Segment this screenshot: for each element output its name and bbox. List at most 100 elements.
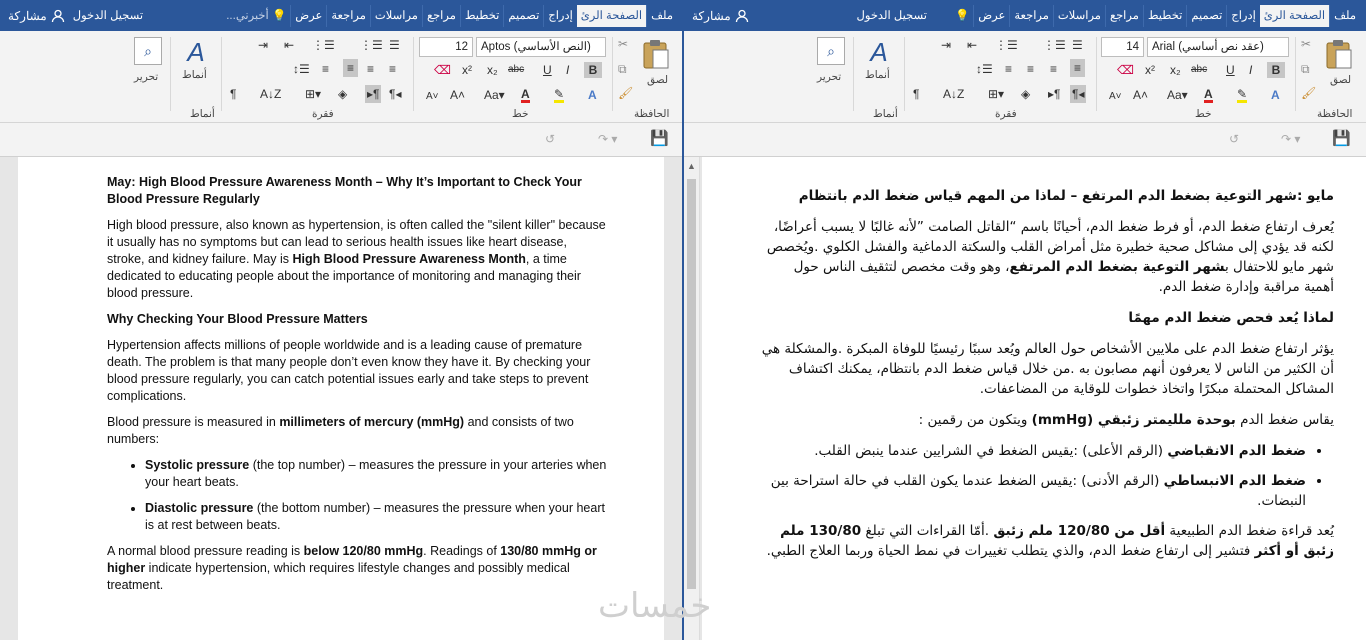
borders-icon[interactable]: ⊞▾ — [305, 86, 321, 102]
tab-view[interactable]: عرض — [290, 4, 326, 27]
cut-icon[interactable]: ✂ — [1301, 36, 1311, 52]
sign-in-link[interactable]: تسجيل الدخول — [853, 5, 931, 27]
font-color-icon[interactable]: A — [521, 86, 530, 103]
underline-button[interactable]: U — [543, 62, 552, 78]
vertical-scrollbar[interactable]: ▲ — [684, 157, 700, 640]
tab-review[interactable]: مراجعة — [1009, 4, 1053, 27]
justify-icon[interactable]: ≡ — [322, 61, 329, 77]
decrease-indent-icon[interactable]: ⇤ — [284, 37, 294, 53]
save-icon[interactable]: 💾 — [1332, 131, 1351, 147]
bullets-icon[interactable]: ☰ — [1072, 37, 1083, 53]
change-case-icon[interactable]: Aa▾ — [1167, 87, 1188, 103]
cut-icon[interactable]: ✂ — [618, 36, 628, 52]
strikethrough-button[interactable]: abc — [1191, 62, 1207, 78]
tab-mailings[interactable]: مراسلات — [369, 4, 422, 27]
editing-button[interactable]: ⌕ تحرير — [130, 37, 166, 93]
tab-layout[interactable]: تخطيط — [1142, 4, 1186, 27]
subscript-button[interactable]: x₂ — [1170, 62, 1181, 78]
tab-layout[interactable]: تخطيط — [459, 4, 503, 27]
tab-view[interactable]: عرض — [973, 4, 1009, 27]
tell-me-button[interactable]: 💡 — [951, 5, 973, 27]
show-marks-icon[interactable]: ¶ — [913, 86, 919, 102]
tab-mailings[interactable]: مراسلات — [1052, 4, 1105, 27]
italic-button[interactable]: I — [1249, 62, 1252, 78]
bold-button[interactable]: B — [584, 62, 602, 78]
rtl-direction-icon[interactable]: ¶◂ — [389, 86, 401, 102]
document-page[interactable]: May: High Blood Pressure Awareness Month… — [18, 157, 664, 640]
font-name-dropdown[interactable]: Aptos (النص الأساسي) — [476, 37, 606, 57]
save-icon[interactable]: 💾 — [650, 131, 669, 147]
align-right-icon[interactable]: ≡ — [389, 61, 396, 77]
multilevel-list-icon[interactable]: ⋮☰ — [312, 37, 335, 53]
ltr-direction-icon[interactable]: ▸¶ — [1048, 86, 1060, 102]
change-case-icon[interactable]: Aa▾ — [484, 87, 505, 103]
shrink-font-icon[interactable]: A˅ — [1109, 89, 1122, 105]
undo-icon[interactable]: ↺ — [545, 131, 555, 147]
superscript-button[interactable]: x² — [1145, 62, 1155, 78]
align-center-icon[interactable]: ≡ — [1050, 61, 1057, 77]
grow-font-icon[interactable]: A˄ — [1133, 87, 1148, 103]
text-effects-icon[interactable]: A — [1271, 87, 1280, 103]
scrollbar-thumb[interactable] — [687, 179, 696, 589]
document-page[interactable]: مايو :شهر التوعية بضغط الدم المرتفع – لم… — [702, 157, 1366, 640]
borders-icon[interactable]: ⊞▾ — [988, 86, 1004, 102]
styles-button[interactable]: A أنماط — [859, 37, 899, 93]
clear-formatting-icon[interactable]: ⌫ — [1117, 62, 1134, 78]
numbering-icon[interactable]: ⋮☰ — [360, 37, 383, 53]
editing-button[interactable]: ⌕ تحرير — [813, 37, 849, 93]
text-effects-icon[interactable]: A — [588, 87, 597, 103]
font-name-dropdown[interactable]: Arial (عقد نص أساسي) — [1147, 37, 1289, 57]
strikethrough-button[interactable]: abc — [508, 62, 524, 78]
format-painter-icon[interactable]: 🖌 — [1301, 85, 1316, 101]
highlight-icon[interactable]: ✎ — [554, 86, 565, 103]
line-spacing-icon[interactable]: ↕☰ — [293, 61, 310, 77]
line-spacing-icon[interactable]: ↕☰ — [976, 61, 993, 77]
show-marks-icon[interactable]: ¶ — [230, 86, 236, 102]
tab-home[interactable]: الصفحة الرئ — [1259, 4, 1330, 27]
rtl-direction-icon[interactable]: ¶◂ — [1070, 85, 1087, 103]
sort-icon[interactable]: A↓Z — [943, 86, 964, 102]
decrease-indent-icon[interactable]: ⇤ — [967, 37, 977, 53]
styles-button[interactable]: A أنماط — [176, 37, 216, 93]
superscript-button[interactable]: x² — [462, 62, 472, 78]
share-button[interactable]: مشاركة — [0, 9, 69, 23]
undo-icon[interactable]: ↺ — [1229, 131, 1239, 147]
grow-font-icon[interactable]: A˄ — [450, 87, 465, 103]
redo-icon[interactable]: ↷ ▾ — [598, 131, 617, 147]
shading-icon[interactable]: ◈ — [1021, 86, 1030, 102]
paste-button[interactable]: لصق — [641, 38, 675, 88]
tell-me-box[interactable]: 💡 أخبرني... — [222, 5, 290, 27]
ltr-direction-icon[interactable]: ▸¶ — [365, 85, 382, 103]
paste-button[interactable]: لصق — [1324, 38, 1358, 88]
tab-design[interactable]: تصميم — [1186, 4, 1226, 27]
sort-icon[interactable]: A↓Z — [260, 86, 281, 102]
bullets-icon[interactable]: ☰ — [389, 37, 400, 53]
font-size-dropdown[interactable]: 14 — [1101, 37, 1144, 57]
italic-button[interactable]: I — [566, 62, 569, 78]
tab-references[interactable]: مراجع — [1104, 4, 1143, 27]
format-painter-icon[interactable]: 🖌 — [618, 85, 633, 101]
numbering-icon[interactable]: ⋮☰ — [1043, 37, 1066, 53]
scroll-up-arrow-icon[interactable]: ▲ — [687, 161, 696, 171]
copy-icon[interactable]: ⧉ — [1301, 61, 1310, 77]
tab-home[interactable]: الصفحة الرئ — [576, 4, 647, 27]
subscript-button[interactable]: x₂ — [487, 62, 498, 78]
tab-insert[interactable]: إدراج — [1226, 4, 1260, 27]
increase-indent-icon[interactable]: ⇥ — [941, 37, 951, 53]
clear-formatting-icon[interactable]: ⌫ — [434, 62, 451, 78]
sign-in-link[interactable]: تسجيل الدخول — [69, 5, 147, 27]
tab-review[interactable]: مراجعة — [326, 4, 370, 27]
share-button[interactable]: مشاركة — [684, 9, 753, 23]
redo-icon[interactable]: ↷ ▾ — [1281, 131, 1300, 147]
tab-insert[interactable]: إدراج — [543, 4, 577, 27]
tab-file[interactable]: ملف — [1329, 4, 1360, 27]
multilevel-list-icon[interactable]: ⋮☰ — [995, 37, 1018, 53]
increase-indent-icon[interactable]: ⇥ — [258, 37, 268, 53]
underline-button[interactable]: U — [1226, 62, 1235, 78]
tab-file[interactable]: ملف — [646, 4, 677, 27]
font-color-icon[interactable]: A — [1204, 86, 1213, 103]
bold-button[interactable]: B — [1267, 62, 1285, 78]
shrink-font-icon[interactable]: A˅ — [426, 89, 439, 105]
highlight-icon[interactable]: ✎ — [1237, 86, 1248, 103]
justify-icon[interactable]: ≡ — [1005, 61, 1012, 77]
